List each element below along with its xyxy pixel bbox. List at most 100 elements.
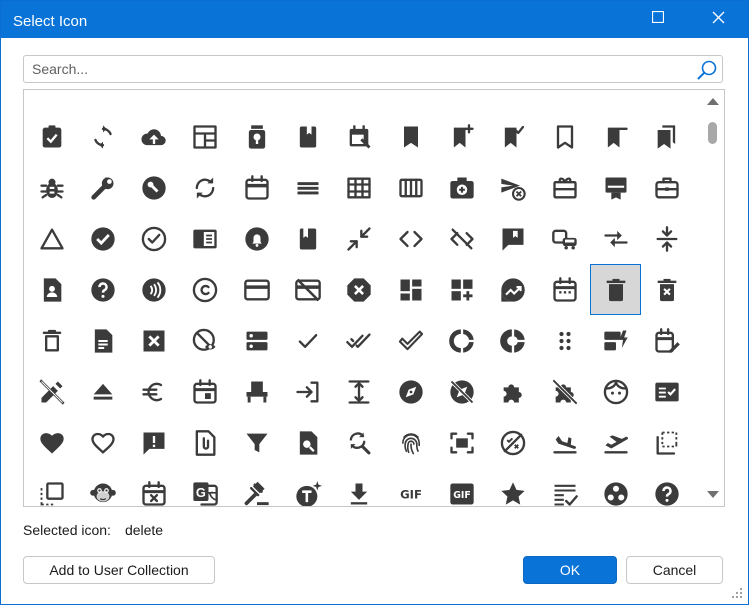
icon-cell-cloud-upload[interactable] (129, 111, 180, 162)
icon-cell-partial-top[interactable] (334, 90, 385, 111)
maximize-button[interactable] (635, 1, 681, 33)
close-button[interactable] (695, 1, 741, 33)
icon-cell-compare-arrows[interactable] (590, 213, 641, 264)
icon-cell-file-present[interactable] (180, 417, 231, 468)
icon-cell-autorenew[interactable] (77, 111, 128, 162)
icon-cell-table-grid[interactable] (334, 162, 385, 213)
icon-cell-group-work[interactable] (590, 468, 641, 506)
icon-cell-code[interactable] (385, 213, 436, 264)
icon-cell-partial-top[interactable] (77, 90, 128, 111)
icon-cell-explore[interactable] (385, 366, 436, 417)
icon-cell-bookmarks[interactable] (642, 111, 693, 162)
icon-cell-bookmark-border[interactable] (539, 111, 590, 162)
icon-cell-get-app[interactable] (334, 468, 385, 506)
icon-cell-partial-top[interactable] (590, 90, 641, 111)
icon-cell-menu-lines[interactable] (283, 162, 334, 213)
icon-cell-dns[interactable] (231, 315, 282, 366)
vertical-scrollbar[interactable] (700, 90, 724, 506)
icon-cell-partial-top[interactable] (283, 90, 334, 111)
icon-cell-edit-calendar[interactable] (642, 315, 693, 366)
icon-cell-extension-off[interactable] (539, 366, 590, 417)
icon-cell-gavel[interactable] (231, 468, 282, 506)
icon-cell-find-in-page[interactable] (283, 417, 334, 468)
icon-cell-grading[interactable] (539, 468, 590, 506)
scroll-down-arrow[interactable] (707, 491, 719, 498)
icon-cell-comment-bank[interactable] (488, 213, 539, 264)
icon-cell-drag-indicator[interactable] (539, 315, 590, 366)
ok-button[interactable]: OK (523, 556, 617, 584)
icon-cell-delete[interactable] (590, 264, 642, 315)
icon-cell-dashboard-customize[interactable] (436, 264, 487, 315)
icon-cell-notification-circle[interactable] (231, 213, 282, 264)
icon-cell-sync[interactable] (180, 162, 231, 213)
icon-cell-partial-top[interactable] (385, 90, 436, 111)
icon-cell-done-all[interactable] (334, 315, 385, 366)
icon-cell-disabled-by-default[interactable] (129, 315, 180, 366)
icon-cell-commute[interactable] (539, 213, 590, 264)
icon-cell-favorite[interactable] (26, 417, 77, 468)
icon-cell-event-edit[interactable] (334, 111, 385, 162)
icon-cell-bookmark-remove[interactable] (590, 111, 641, 162)
icon-cell-add-a-photo[interactable] (436, 162, 487, 213)
icon-cell-cancel-schedule-send[interactable] (488, 162, 539, 213)
icon-cell-dynamic-form[interactable] (590, 315, 641, 366)
scroll-up-arrow[interactable] (707, 98, 719, 105)
icon-cell-event-seat[interactable] (231, 366, 282, 417)
icon-cell-delete-outline[interactable] (26, 315, 77, 366)
icon-cell-lightbulb-jar[interactable] (231, 111, 282, 162)
icon-cell-build[interactable] (77, 162, 128, 213)
icon-cell-data-exploration[interactable] (488, 264, 539, 315)
icon-cell-copyright[interactable] (180, 264, 231, 315)
icon-cell-partial-top[interactable] (129, 90, 180, 111)
icon-cell-calendar[interactable] (231, 162, 282, 213)
icon-cell-g-translate[interactable]: G (180, 468, 231, 506)
icon-cell-event[interactable] (180, 366, 231, 417)
icon-cell-business-center[interactable] (642, 162, 693, 213)
icon-cell-card-giftcard[interactable] (539, 162, 590, 213)
icon-cell-help[interactable] (77, 264, 128, 315)
icon-cell-done-outline[interactable] (385, 315, 436, 366)
icon-cell-date-range[interactable] (539, 264, 590, 315)
search-icon[interactable] (696, 59, 718, 81)
icon-cell-bookmark[interactable] (385, 111, 436, 162)
cancel-button[interactable]: Cancel (626, 556, 723, 584)
icon-cell-flaky[interactable] (488, 417, 539, 468)
icon-cell-explore-off[interactable] (436, 366, 487, 417)
icon-cell-assignment-turned-in[interactable] (26, 111, 77, 162)
icon-cell-euro-symbol[interactable] (129, 366, 180, 417)
icon-cell-flight-land[interactable] (539, 417, 590, 468)
icon-cell-flight-takeoff[interactable] (590, 417, 641, 468)
icon-cell-expand[interactable] (334, 366, 385, 417)
icon-cell-feedback[interactable] (129, 417, 180, 468)
icon-cell-view-column[interactable] (385, 162, 436, 213)
icon-cell-help-center[interactable] (642, 468, 693, 506)
add-to-user-collection-button[interactable]: Add to User Collection (23, 556, 215, 584)
icon-cell-find-replace[interactable] (334, 417, 385, 468)
icon-cell-exit-to-app[interactable] (283, 366, 334, 417)
icon-cell-check-circle[interactable] (77, 213, 128, 264)
scrollbar-thumb[interactable] (708, 122, 717, 144)
icon-cell-contact-page[interactable] (26, 264, 77, 315)
icon-cell-delete-forever[interactable] (642, 264, 693, 315)
icon-cell-dashboard-layout[interactable] (180, 111, 231, 162)
icon-cell-credit-card-off[interactable] (283, 264, 334, 315)
icon-cell-partial-top[interactable] (180, 90, 231, 111)
icon-cell-bookmark-added[interactable] (488, 111, 539, 162)
icon-cell-chrome-reader-mode[interactable] (180, 213, 231, 264)
icon-cell-partial-top[interactable] (539, 90, 590, 111)
icon-cell-eject[interactable] (77, 366, 128, 417)
icon-cell-text-sparkle[interactable] (283, 468, 334, 506)
icon-cell-bug-report[interactable] (26, 162, 77, 213)
icon-cell-credit-card[interactable] (231, 264, 282, 315)
icon-cell-compress[interactable] (642, 213, 693, 264)
icon-cell-gif[interactable]: GIF (385, 468, 436, 506)
icon-cell-book[interactable] (283, 111, 334, 162)
icon-cell-card-membership[interactable] (590, 162, 641, 213)
icon-cell-partial-top[interactable] (488, 90, 539, 111)
icon-cell-contactless[interactable] (129, 264, 180, 315)
icon-cell-extension[interactable] (488, 366, 539, 417)
icon-cell-partial-top[interactable] (231, 90, 282, 111)
icon-cell-description[interactable] (77, 315, 128, 366)
icon-cell-partial-top[interactable] (26, 90, 77, 111)
icon-cell-gif-box[interactable]: GIF (436, 468, 487, 506)
